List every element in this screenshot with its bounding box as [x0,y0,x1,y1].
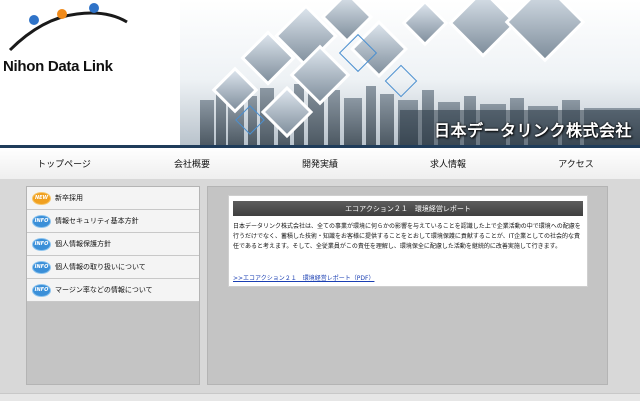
logo-text: Nihon Data Link [3,58,113,75]
sidebar-item-label: 新卒採用 [55,194,83,202]
sidebar-item-margin-rate-info[interactable]: INFO マージン率などの情報について [27,279,199,302]
sidebar-item-new-graduate-recruitment[interactable]: NEW 新卒採用 [27,187,199,210]
main-content: エコアクション２１ 環境経営レポート 日本データリンク株式会社は、全ての事業が環… [207,186,608,385]
nav-item-development-results[interactable]: 開発実績 [256,148,384,179]
sidebar-item-label: 情報セキュリティ基本方針 [55,217,139,225]
eco-action-report-pdf-link[interactable]: >>エコアクション２１ 環境経営レポート（PDF） [233,273,374,282]
sidebar-item-privacy-policy[interactable]: INFO 個人情報保護方針 [27,233,199,256]
main-navigation: トップページ 会社概要 開発実績 求人情報 アクセス [0,145,640,179]
eco-action-card: エコアクション２１ 環境経営レポート 日本データリンク株式会社は、全ての事業が環… [228,195,588,287]
site-header: Nihon Data Link 日本データリンク株式会社 [0,0,640,145]
info-badge-icon: INFO [33,284,50,296]
nav-item-top-page[interactable]: トップページ [0,148,128,179]
nav-item-recruitment[interactable]: 求人情報 [384,148,512,179]
nav-item-company-profile[interactable]: 会社概要 [128,148,256,179]
company-name-title: 日本データリンク株式会社 [433,121,632,140]
sidebar: NEW 新卒採用 INFO 情報セキュリティ基本方針 INFO 個人情報保護方針… [26,186,200,385]
nav-item-access[interactable]: アクセス [512,148,640,179]
sidebar-item-security-policy[interactable]: INFO 情報セキュリティ基本方針 [27,210,199,233]
new-badge-icon: NEW [33,192,50,204]
card-body-text: 日本データリンク株式会社は、全ての事業が環境に何らかの影響を与えていることを認識… [233,223,581,250]
info-badge-icon: INFO [33,238,50,250]
sidebar-item-label: 個人情報の取り扱いについて [55,263,146,271]
sidebar-item-personal-info-handling[interactable]: INFO 個人情報の取り扱いについて [27,256,199,279]
sidebar-item-label: マージン率などの情報について [55,286,153,294]
sidebar-item-label: 個人情報保護方針 [55,240,111,248]
card-title: エコアクション２１ 環境経営レポート [233,201,583,216]
info-badge-icon: INFO [33,215,50,227]
info-badge-icon: INFO [33,261,50,273]
